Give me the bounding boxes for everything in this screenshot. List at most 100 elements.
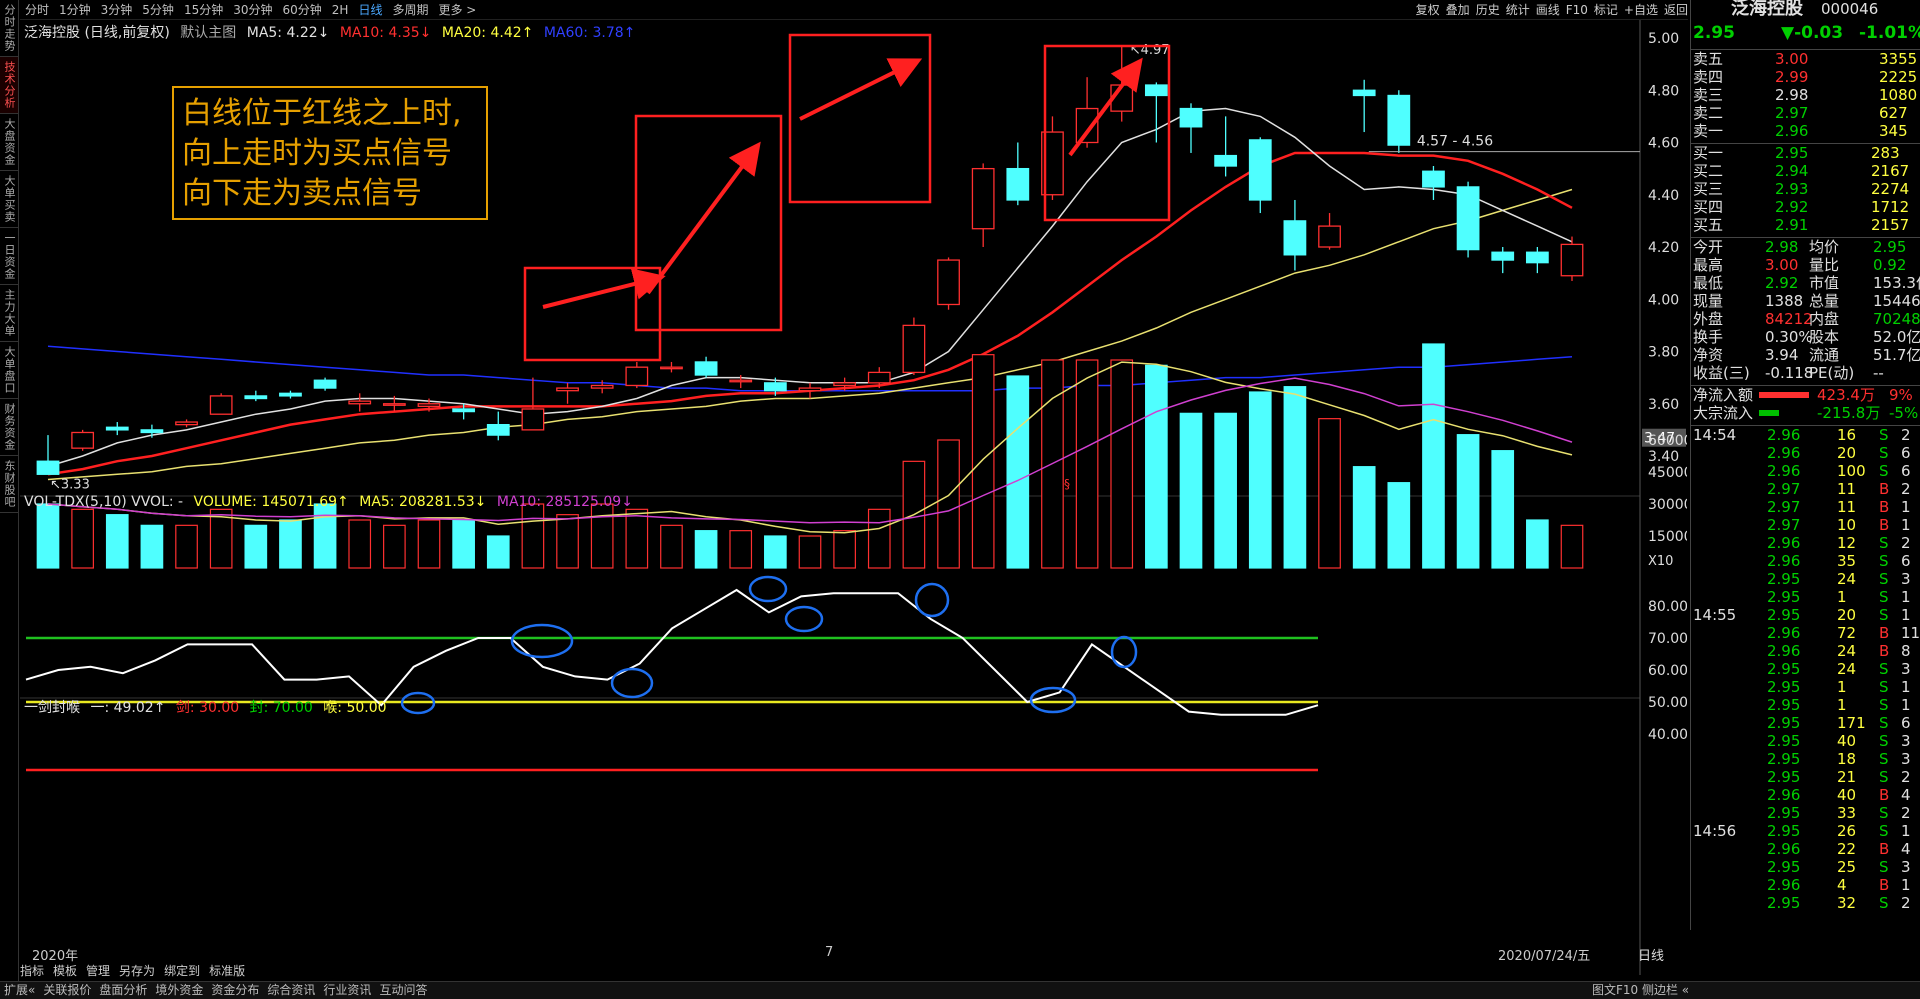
volume-bar [1560, 524, 1584, 569]
left-tab[interactable]: 技术分析 [0, 57, 18, 114]
indicator-tool[interactable]: 指标 [20, 964, 44, 978]
period-tab[interactable]: 更多 > [433, 0, 481, 20]
status-right[interactable]: 图文F10 侧边栏 « [1592, 982, 1689, 999]
tick-count: 1 [1901, 876, 1911, 894]
period-tab[interactable]: 15分钟 [179, 0, 228, 20]
status-tab[interactable]: 境外资金 [155, 983, 203, 997]
stat-value: 84212 [1765, 310, 1813, 328]
candle-body [1248, 139, 1272, 201]
status-tab[interactable]: 扩展« [4, 983, 35, 997]
volume-bar [313, 503, 337, 569]
period-tab[interactable]: 2H [327, 0, 354, 20]
ind-axis-label: 60.00 [1648, 663, 1687, 679]
period-tab[interactable]: 30分钟 [228, 0, 277, 20]
indicator-legend: 一剑封喉 一: 49.02↑ 剑: 30.00 封: 70.00 喉: 50.0… [24, 697, 393, 717]
left-tab[interactable]: 分时走势 [0, 0, 18, 57]
stat-value: 51.7亿 [1873, 346, 1920, 364]
ind-axis-label: 40.00 [1648, 727, 1687, 743]
bid-price: 2.94 [1775, 162, 1809, 180]
candle-body [590, 384, 614, 389]
tick-side: B [1879, 498, 1890, 516]
status-tab[interactable]: 行业资讯 [323, 983, 371, 997]
period-tab[interactable]: 5分钟 [137, 0, 179, 20]
status-tab[interactable]: 资金分布 [211, 983, 259, 997]
candle-body [1560, 243, 1584, 277]
volume-bar [937, 439, 960, 569]
candle-body [417, 403, 441, 408]
period-tab[interactable]: 1分钟 [54, 0, 96, 20]
toolbar-button[interactable]: 叠加 [1446, 3, 1470, 17]
vol-ma5: MA5: 208281.53↓ [359, 494, 487, 510]
tick-price: 2.95 [1767, 606, 1801, 624]
ask-row: 卖一 2.96 345 [1691, 122, 1920, 140]
tick-side: S [1879, 462, 1889, 480]
ask-label: 卖四 [1693, 68, 1724, 86]
toolbar-button[interactable]: 画线 [1536, 3, 1560, 17]
toolbar-button[interactable]: 返回 [1664, 3, 1688, 17]
watermark-cover [1686, 930, 1920, 981]
left-tab[interactable]: 大单盘口 [0, 342, 18, 399]
ind-v1: 一: 49.02↑ [90, 700, 166, 716]
period-tab[interactable]: 60分钟 [278, 0, 327, 20]
toolbar-button[interactable]: +自选 [1624, 3, 1658, 17]
status-tab[interactable]: 关联报价 [43, 983, 91, 997]
bid-row: 买三 2.93 2274 [1691, 180, 1920, 198]
left-tab[interactable]: 一日资金 [0, 228, 18, 285]
tick-count: 1 [1901, 822, 1911, 840]
stat-row: 换手 0.30% 股本 52.0亿 [1691, 328, 1920, 346]
toolbar-button[interactable]: F10 [1566, 3, 1588, 17]
left-tab[interactable]: 东财股吧 [0, 456, 18, 513]
status-tab[interactable]: 综合资讯 [267, 983, 315, 997]
template-label[interactable]: 默认主图 [180, 25, 236, 41]
tick-volume: 171 [1837, 714, 1866, 732]
toolbar-button[interactable]: 统计 [1506, 3, 1530, 17]
candle-body [1179, 107, 1203, 128]
volume-bar [1006, 375, 1030, 569]
toolbar-button[interactable]: 复权 [1416, 3, 1440, 17]
tick-count: 3 [1901, 732, 1911, 750]
tick-volume: 32 [1837, 894, 1857, 912]
bid-row: 买二 2.94 2167 [1691, 162, 1920, 180]
period-tab[interactable]: 多周期 [387, 0, 433, 20]
toolbar-button[interactable]: 历史 [1476, 3, 1500, 17]
period-tab[interactable]: 日线 [353, 0, 387, 20]
annotation-line: 向下走为卖点信号 [182, 176, 422, 211]
signal-arrow [646, 141, 761, 295]
stat-label: 股本 [1809, 328, 1840, 346]
candle-body [660, 366, 683, 370]
status-tab[interactable]: 盘面分析 [99, 983, 147, 997]
tick-volume: 10 [1837, 516, 1857, 534]
stat-label: 最低 [1693, 274, 1724, 292]
indicator-tool[interactable]: 另存为 [119, 964, 155, 978]
period-tab[interactable]: 分时 [20, 0, 54, 20]
status-bar: 扩展« 关联报价 盘面分析 境外资金 资金分布 综合资讯 行业资讯 互动问答 图文F10 侧边栏… [0, 981, 1920, 999]
tick-price: 2.95 [1767, 678, 1801, 696]
indicator-tools: 指标 模板 管理 另存为 绑定到 标准版 [20, 962, 254, 980]
indicator-tool[interactable]: 绑定到 [164, 964, 200, 978]
volume-bar [105, 514, 129, 569]
indicator-tool[interactable]: 标准版 [209, 964, 245, 978]
toolbar-button[interactable]: 标记 [1594, 3, 1618, 17]
candle-body [313, 379, 337, 389]
left-tab[interactable]: 大单买卖 [0, 171, 18, 228]
left-tab[interactable]: 主力大单 [0, 285, 18, 342]
indicator-tool[interactable]: 管理 [86, 964, 110, 978]
indicator-tool[interactable]: 模板 [53, 964, 77, 978]
period-tab[interactable]: 3分钟 [96, 0, 138, 20]
tick-volume: 4 [1837, 876, 1847, 894]
left-tab[interactable]: 财务资金 [0, 399, 18, 456]
tick-volume: 40 [1837, 732, 1857, 750]
tick-row: 2.95 33 S 2 [1691, 804, 1920, 822]
status-tab[interactable]: 互动问答 [379, 983, 427, 997]
stat-row: 收益(三) -0.118 PE(动) -- [1691, 364, 1920, 382]
left-tab[interactable]: 大盘资金 [0, 114, 18, 171]
tick-side: B [1879, 516, 1890, 534]
tick-count: 6 [1901, 444, 1911, 462]
tick-count: 4 [1901, 840, 1911, 858]
price-axis-label: 3.80 [1648, 345, 1679, 361]
period-label: 日线 [1638, 949, 1665, 964]
annotation-line: 向上走时为买点信号 [182, 136, 452, 171]
candle-body [1283, 220, 1307, 256]
stat-label: 收益(三) [1693, 364, 1750, 382]
tick-volume: 35 [1837, 552, 1857, 570]
